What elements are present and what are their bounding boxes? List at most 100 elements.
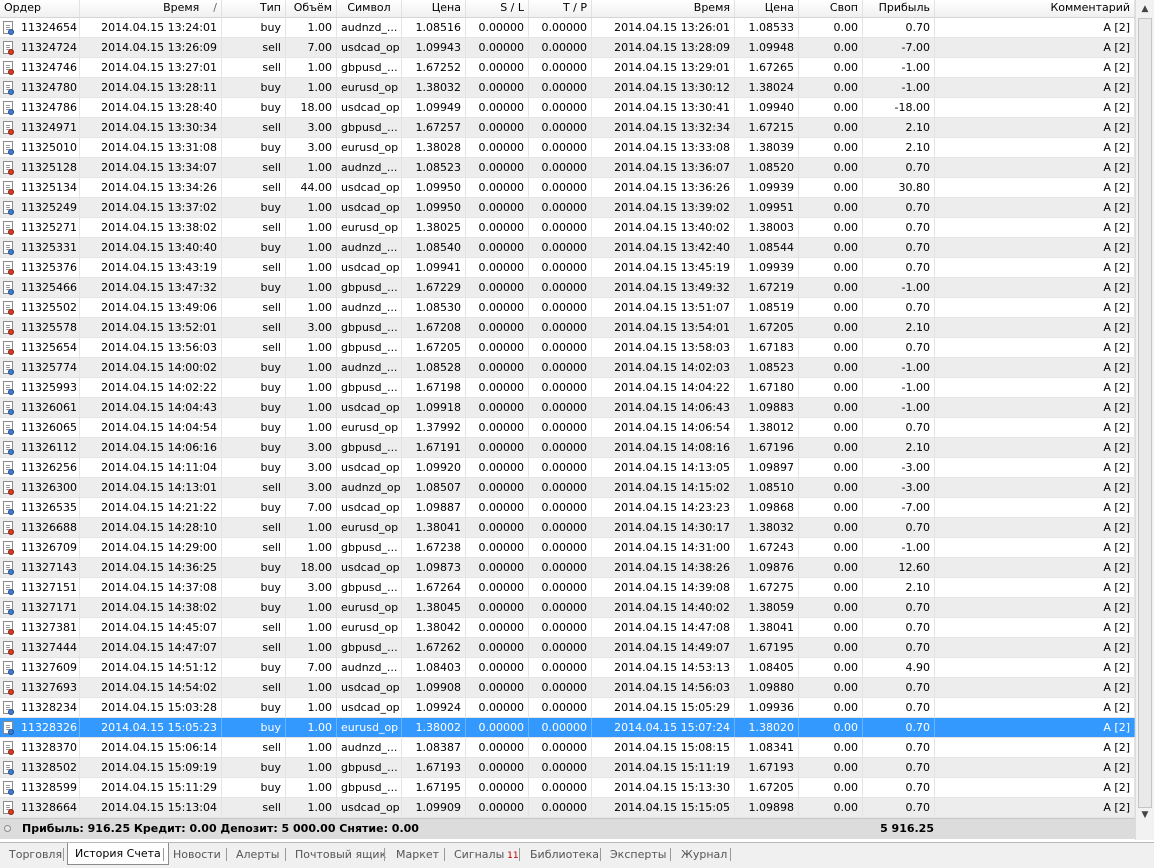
table-row[interactable]: 11328664 2014.04.15 15:13:04 sell 1.00 usdca…: [0, 798, 1135, 818]
cell-value: 1.67193: [748, 761, 795, 774]
cell-value: 11324746: [21, 61, 77, 74]
cell-value: A [2]: [1103, 541, 1130, 554]
table-row[interactable]: 11326112 2014.04.15 14:06:16 buy 3.00 gbpusd…: [0, 438, 1135, 458]
table-row[interactable]: 11325654 2014.04.15 13:56:03 sell 1.00 gbpus…: [0, 338, 1135, 358]
buy-indicator-icon: [8, 429, 14, 435]
column-header-type[interactable]: Тип: [222, 0, 286, 17]
tab-4[interactable]: Алерты: [236, 845, 279, 864]
column-header-open_price[interactable]: Цена: [402, 0, 466, 17]
table-row[interactable]: 11326065 2014.04.15 14:04:54 buy 1.00 eurusd…: [0, 418, 1135, 438]
column-header-sl[interactable]: S / L: [466, 0, 529, 17]
table-row[interactable]: 11324654 2014.04.15 13:24:01 buy 1.00 audnzd…: [0, 18, 1135, 38]
up-arrow-icon[interactable]: ▲: [1137, 1, 1153, 17]
table-row[interactable]: 11327444 2014.04.15 14:47:07 sell 1.00 gbpus…: [0, 638, 1135, 658]
cell-value: 1.09943: [415, 41, 462, 54]
cell-value: 1.00: [307, 61, 333, 74]
cell-close_price: 1.08544: [735, 238, 799, 258]
tab-3[interactable]: Новости: [173, 845, 221, 864]
cell-swap: 0.00: [799, 738, 863, 758]
table-row[interactable]: 11326688 2014.04.15 14:28:10 sell 1.00 eurus…: [0, 518, 1135, 538]
cell-value: 1.00: [307, 641, 333, 654]
table-row[interactable]: 11327693 2014.04.15 14:54:02 sell 1.00 usdca…: [0, 678, 1135, 698]
table-row[interactable]: 11326709 2014.04.15 14:29:00 sell 1.00 gbpus…: [0, 538, 1135, 558]
table-row[interactable]: 11327171 2014.04.15 14:38:02 buy 1.00 eurusd…: [0, 598, 1135, 618]
table-row[interactable]: 11325249 2014.04.15 13:37:02 buy 1.00 usdcad…: [0, 198, 1135, 218]
table-row[interactable]: 11324724 2014.04.15 13:26:09 sell 7.00 usdca…: [0, 38, 1135, 58]
table-row[interactable]: 11326256 2014.04.15 14:11:04 buy 3.00 usdcad…: [0, 458, 1135, 478]
table-row[interactable]: 11325271 2014.04.15 13:38:02 sell 1.00 eurus…: [0, 218, 1135, 238]
cell-value: 0.00: [833, 521, 859, 534]
tab-2[interactable]: История Счета: [67, 843, 169, 865]
column-header-close_time[interactable]: Время: [592, 0, 735, 17]
cell-value: 2014.04.15 14:30:17: [614, 521, 730, 534]
table-row[interactable]: 11328326 2014.04.15 15:05:23 buy 1.00 eurusd…: [0, 718, 1135, 738]
table-row[interactable]: 11325502 2014.04.15 13:49:06 sell 1.00 audnz…: [0, 298, 1135, 318]
table-row[interactable]: 11326061 2014.04.15 14:04:43 buy 1.00 usdcad…: [0, 398, 1135, 418]
tab-8[interactable]: Библиотека: [530, 845, 599, 864]
column-header-profit[interactable]: Прибыль: [863, 0, 935, 17]
table-row[interactable]: 11326300 2014.04.15 14:13:01 sell 3.00 audnz…: [0, 478, 1135, 498]
cell-profit: 0.70: [863, 518, 935, 538]
cell-volume: 3.00: [286, 458, 337, 478]
vertical-scrollbar[interactable]: ▲ ▼: [1135, 0, 1154, 840]
scrollbar-thumb[interactable]: [1138, 18, 1152, 808]
cell-swap: 0.00: [799, 78, 863, 98]
cell-value: 0.00000: [541, 601, 588, 614]
table-row[interactable]: 11324971 2014.04.15 13:30:34 sell 3.00 gbpus…: [0, 118, 1135, 138]
column-header-label: Символ: [347, 1, 391, 14]
cell-open_time: 2014.04.15 15:03:28: [80, 698, 222, 718]
cell-value: 7.00: [307, 501, 333, 514]
column-header-swap[interactable]: Своп: [799, 0, 863, 17]
table-row[interactable]: 11324746 2014.04.15 13:27:01 sell 1.00 gbpus…: [0, 58, 1135, 78]
column-header-tp[interactable]: T / P: [529, 0, 592, 17]
table-row[interactable]: 11328502 2014.04.15 15:09:19 buy 1.00 gbpusd…: [0, 758, 1135, 778]
table-row[interactable]: 11325774 2014.04.15 14:00:02 buy 1.00 audnzd…: [0, 358, 1135, 378]
tab-9[interactable]: Эксперты: [610, 845, 666, 864]
cell-symbol: audnzd_...: [337, 18, 402, 38]
column-header-close_price[interactable]: Цена: [735, 0, 799, 17]
table-row[interactable]: 11326535 2014.04.15 14:21:22 buy 7.00 usdcad…: [0, 498, 1135, 518]
table-row[interactable]: 11327381 2014.04.15 14:45:07 sell 1.00 eurus…: [0, 618, 1135, 638]
table-row[interactable]: 11328599 2014.04.15 15:11:29 buy 1.00 gbpusd…: [0, 778, 1135, 798]
tab-5[interactable]: Почтовый ящик: [295, 845, 386, 864]
column-header-order[interactable]: Ордер: [0, 0, 80, 17]
table-row[interactable]: 11327151 2014.04.15 14:37:08 buy 3.00 gbpusd…: [0, 578, 1135, 598]
table-row[interactable]: 11325331 2014.04.15 13:40:40 buy 1.00 audnzd…: [0, 238, 1135, 258]
table-row[interactable]: 11325466 2014.04.15 13:47:32 buy 1.00 gbpusd…: [0, 278, 1135, 298]
cell-open_price: 1.09949: [402, 98, 466, 118]
table-row[interactable]: 11328370 2014.04.15 15:06:14 sell 1.00 audnz…: [0, 738, 1135, 758]
table-row[interactable]: 11327143 2014.04.15 14:36:25 buy 18.00 usdca…: [0, 558, 1135, 578]
cell-value: 2.10: [905, 581, 931, 594]
cell-order: 11325134: [0, 178, 80, 198]
table-row[interactable]: 11325010 2014.04.15 13:31:08 buy 3.00 eurusd…: [0, 138, 1135, 158]
cell-value: 1.00: [307, 261, 333, 274]
tab-10[interactable]: Журнал: [681, 845, 727, 864]
cell-value: 11327143: [21, 561, 77, 574]
table-row[interactable]: 11324786 2014.04.15 13:28:40 buy 18.00 usdca…: [0, 98, 1135, 118]
cell-value: eurusd_op: [341, 141, 399, 154]
cell-value: 3.00: [307, 581, 333, 594]
table-row[interactable]: 11327609 2014.04.15 14:51:12 buy 7.00 audnzd…: [0, 658, 1135, 678]
column-header-open_time[interactable]: Время /: [80, 0, 222, 17]
tab-6[interactable]: Маркет: [396, 845, 439, 864]
cell-sl: 0.00000: [466, 478, 529, 498]
cell-value: 1.38032: [415, 81, 462, 94]
column-header-comment[interactable]: Комментарий: [935, 0, 1135, 17]
column-header-volume[interactable]: Объём: [286, 0, 337, 17]
table-row[interactable]: 11325128 2014.04.15 13:34:07 sell 1.00 audnz…: [0, 158, 1135, 178]
cell-close_price: 1.09897: [735, 458, 799, 478]
tab-7[interactable]: Сигналы 11: [454, 845, 519, 864]
down-arrow-icon[interactable]: ▼: [1137, 807, 1153, 823]
cell-volume: 7.00: [286, 658, 337, 678]
table-row[interactable]: 11325134 2014.04.15 13:34:26 sell 44.00 usdc…: [0, 178, 1135, 198]
table-row[interactable]: 11324780 2014.04.15 13:28:11 buy 1.00 eurusd…: [0, 78, 1135, 98]
table-row[interactable]: 11325993 2014.04.15 14:02:22 buy 1.00 gbpusd…: [0, 378, 1135, 398]
cell-close_time: 2014.04.15 13:32:34: [592, 118, 735, 138]
table-row[interactable]: 11325578 2014.04.15 13:52:01 sell 3.00 gbpus…: [0, 318, 1135, 338]
cell-value: 2014.04.15 14:11:04: [101, 461, 217, 474]
table-row[interactable]: 11325376 2014.04.15 13:43:19 sell 1.00 usdca…: [0, 258, 1135, 278]
table-row[interactable]: 11328234 2014.04.15 15:03:28 buy 1.00 usdcad…: [0, 698, 1135, 718]
cell-volume: 1.00: [286, 638, 337, 658]
tab-1[interactable]: Торговля: [9, 845, 62, 864]
column-header-symbol[interactable]: Символ: [337, 0, 402, 17]
